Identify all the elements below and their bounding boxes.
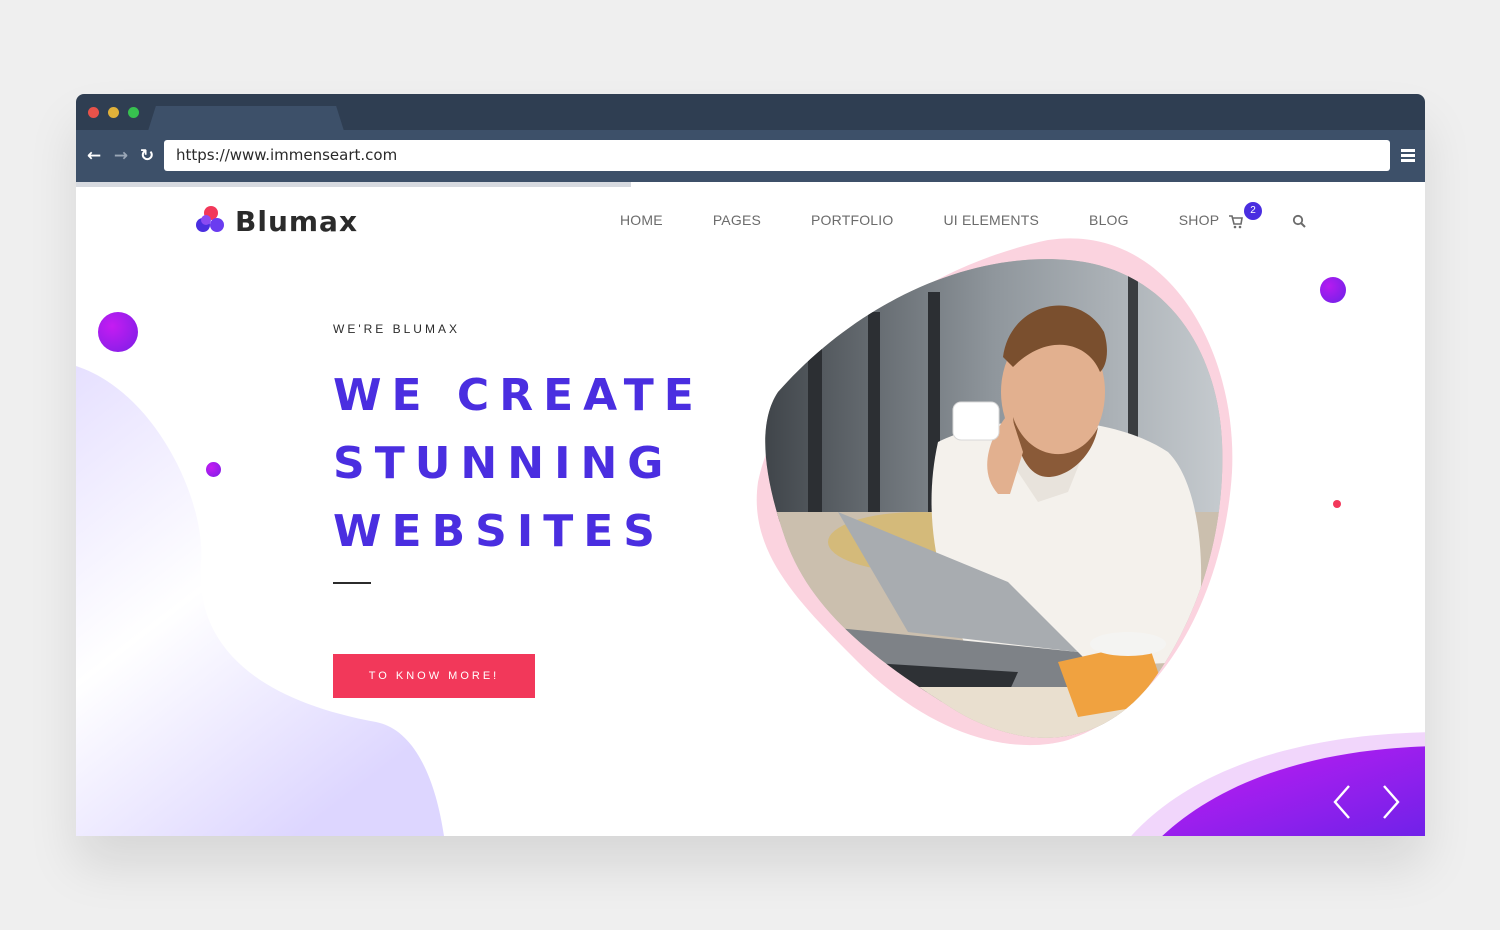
hero-photo — [756, 238, 1233, 746]
tab-bar — [76, 94, 1425, 131]
headline-line-3: WEBSITES — [333, 506, 665, 557]
headline-line-2: STUNNING — [333, 438, 674, 489]
nav-pages[interactable]: PAGES — [713, 212, 761, 228]
headline-divider — [333, 582, 371, 584]
browser-toolbar: ← → ↻ https://www.immenseart.com — [76, 130, 1425, 182]
hamburger-menu-icon[interactable] — [1401, 149, 1415, 162]
search-icon[interactable] — [1292, 214, 1306, 228]
close-window-button[interactable] — [88, 107, 99, 118]
browser-tab[interactable] — [148, 106, 344, 131]
main-navigation: HOME PAGES PORTFOLIO UI ELEMENTS BLOG SH… — [620, 212, 1269, 228]
minimize-window-button[interactable] — [108, 107, 119, 118]
browser-window: ← → ↻ https://www.immenseart.com Blumax … — [76, 94, 1425, 836]
nav-shop[interactable]: SHOP — [1179, 212, 1219, 228]
slider-prev-icon[interactable] — [1329, 782, 1359, 822]
nav-home[interactable]: HOME — [620, 212, 663, 228]
brand-name: Blumax — [235, 204, 359, 238]
logo-icon — [196, 206, 226, 236]
cart-icon[interactable] — [1229, 215, 1243, 229]
decorative-ball — [1320, 277, 1346, 303]
decorative-ball — [206, 462, 221, 477]
slider-next-icon[interactable] — [1376, 782, 1406, 822]
website-page: Blumax HOME PAGES PORTFOLIO UI ELEMENTS … — [76, 182, 1425, 836]
hero-headline: WE CREATE STUNNING WEBSITES — [333, 362, 773, 566]
forward-icon[interactable]: → — [111, 145, 131, 167]
reload-icon[interactable]: ↻ — [137, 145, 157, 167]
address-bar[interactable]: https://www.immenseart.com — [164, 140, 1390, 171]
nav-blog[interactable]: BLOG — [1089, 212, 1129, 228]
know-more-button[interactable]: TO KNOW MORE! — [333, 654, 535, 698]
nav-portfolio[interactable]: PORTFOLIO — [811, 212, 893, 228]
brand-logo[interactable]: Blumax — [196, 204, 359, 238]
hero-eyebrow: WE'RE BLUMAX — [333, 322, 460, 336]
decorative-ball — [98, 312, 138, 352]
cart-count-badge: 2 — [1244, 202, 1262, 220]
nav-ui-elements[interactable]: UI ELEMENTS — [943, 212, 1039, 228]
headline-line-1: WE CREATE — [333, 370, 704, 421]
maximize-window-button[interactable] — [128, 107, 139, 118]
decorative-ball — [1333, 500, 1341, 508]
back-icon[interactable]: ← — [84, 145, 104, 167]
